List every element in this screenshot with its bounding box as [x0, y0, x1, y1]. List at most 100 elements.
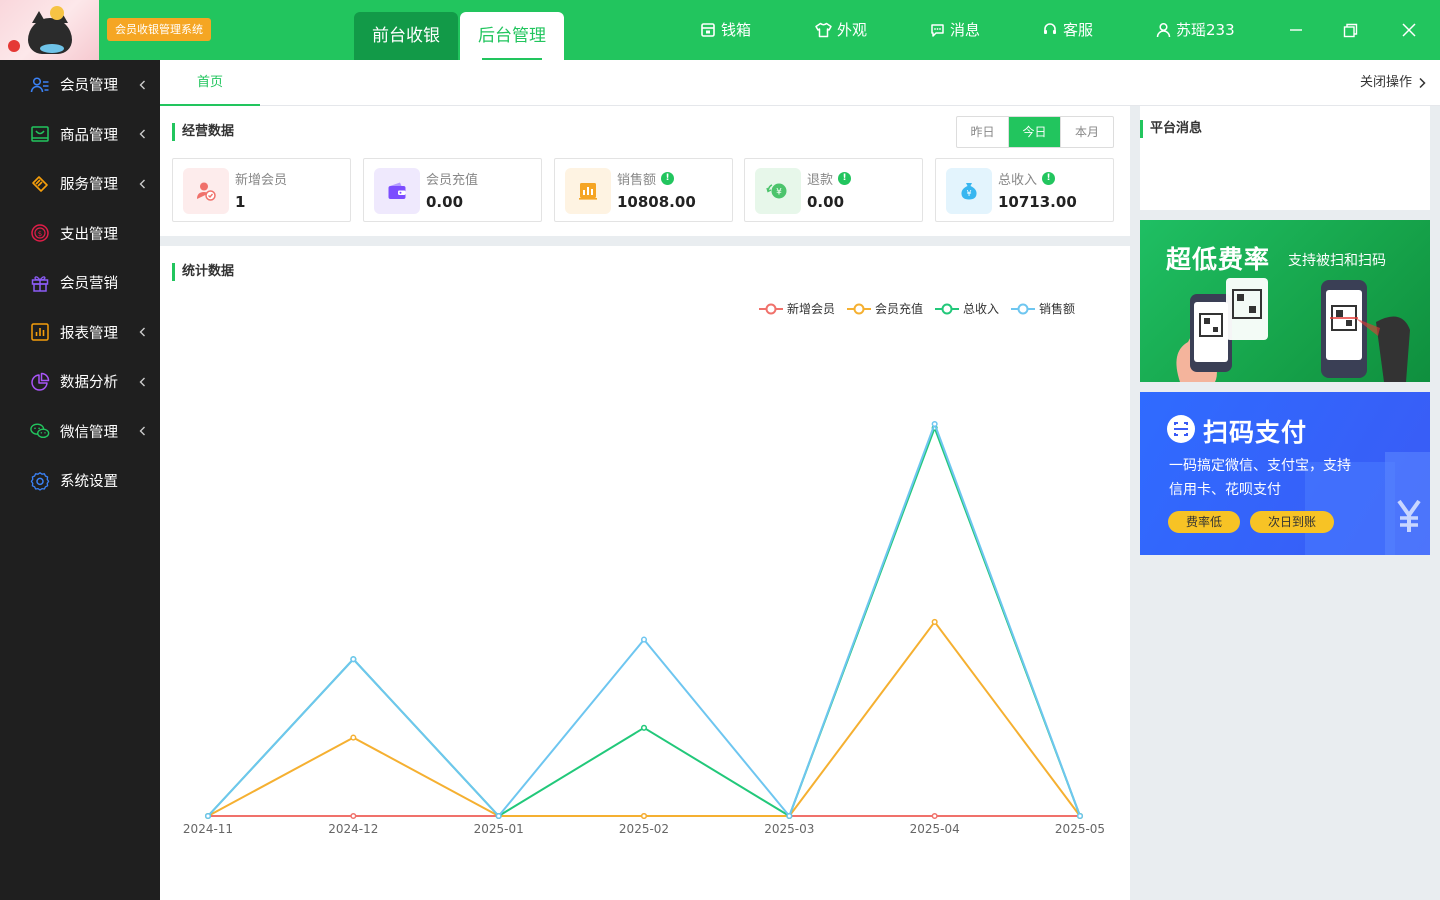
x-tick-label: 2025-05 [1055, 822, 1105, 836]
report-icon [30, 322, 50, 342]
data-point[interactable] [786, 812, 793, 820]
close-operations-button[interactable]: 关闭操作 [1360, 60, 1426, 106]
stat-card-sales[interactable]: 销售额! 10808.00 [554, 158, 733, 222]
close-icon [1402, 23, 1416, 37]
data-point[interactable] [495, 812, 502, 820]
statistics-panel: 统计数据 新增会员 会员充值 总收入 销售额 2024-11 2024-12 202… [160, 246, 1130, 900]
nav-customer-service[interactable]: 客服 [1042, 0, 1093, 60]
wechat-icon [30, 421, 50, 441]
promo2-pill-next-day: 次日到账 [1250, 511, 1335, 533]
stat-label: 新增会员 [235, 169, 287, 188]
chevron-left-icon [139, 179, 145, 189]
tab-front-cashier[interactable]: 前台收银 [354, 12, 458, 60]
headset-icon [1044, 23, 1056, 34]
statistics-line-chart: 2024-11 2024-12 2025-01 2025-02 2025-03 2025-… [183, 420, 1105, 836]
data-point[interactable] [350, 734, 357, 741]
stat-label: 会员充值 [426, 169, 478, 188]
sidebar-item-wechat[interactable]: 微信管理 [0, 407, 160, 457]
data-point[interactable] [640, 636, 648, 643]
stat-card-total-income[interactable]: ¥ 总收入! 10713.00 [935, 158, 1114, 222]
period-today-button[interactable]: 今日 [1009, 117, 1061, 147]
sidebar-item-label: 微信管理 [60, 424, 118, 441]
series-line-2[interactable] [207, 426, 1081, 817]
svg-text:$: $ [38, 230, 42, 238]
sidebar-item-expense[interactable]: $ 支出管理 [0, 209, 160, 259]
svg-text:¥: ¥ [776, 188, 782, 198]
tab-back-management-label: 后台管理 [478, 26, 546, 46]
message-icon [931, 23, 944, 37]
nav-messages-label: 消息 [950, 21, 981, 39]
x-tick-label: 2025-02 [619, 822, 669, 836]
sidebar-item-report[interactable]: 报表管理 [0, 308, 160, 358]
sidebar: 会员管理 商品管理 服务管理 $ 支出管理 会员营销 报表管理 数据分析 微信管… [0, 60, 160, 900]
goods-icon [30, 124, 50, 144]
data-point[interactable] [640, 812, 648, 820]
content-tab-bar: 首页 关闭操作 [160, 60, 1440, 106]
gear-icon [30, 471, 50, 491]
promo2-pill-low-rate: 费率低 [1168, 511, 1241, 533]
gift-icon [30, 273, 50, 293]
sidebar-item-label: 会员营销 [60, 276, 118, 293]
stat-label-text: 会员充值 [426, 173, 479, 188]
data-point[interactable] [931, 812, 938, 820]
series-line-3[interactable] [207, 423, 1081, 817]
restore-icon [1343, 23, 1357, 37]
x-tick-label: 2024-12 [328, 822, 378, 836]
sidebar-item-label: 报表管理 [60, 325, 118, 342]
period-yesterday-button[interactable]: 昨日 [957, 117, 1009, 147]
new-member-icon [183, 168, 229, 214]
sidebar-item-settings[interactable]: 系统设置 [0, 456, 160, 506]
x-tick-label: 2025-01 [474, 822, 524, 836]
sidebar-item-marketing[interactable]: 会员营销 [0, 258, 160, 308]
sidebar-item-goods[interactable]: 商品管理 [0, 110, 160, 160]
info-icon[interactable]: ! [838, 172, 852, 185]
minimize-button[interactable] [1282, 16, 1310, 44]
sidebar-item-analysis[interactable]: 数据分析 [0, 357, 160, 407]
sidebar-item-label: 商品管理 [60, 127, 118, 144]
tab-back-management[interactable]: 后台管理 [460, 12, 564, 60]
chevron-left-icon [139, 377, 145, 387]
series-line-1[interactable] [207, 620, 1081, 817]
info-icon[interactable]: ! [1042, 172, 1056, 185]
data-point[interactable] [350, 656, 357, 663]
pie-chart-icon [30, 372, 50, 392]
data-point[interactable] [204, 812, 212, 820]
sidebar-item-label: 支出管理 [60, 226, 118, 243]
nav-user-label: 苏瑶233 [1176, 21, 1235, 39]
stat-card-new-members[interactable]: 新增会员 1 [172, 158, 351, 222]
info-icon[interactable]: ! [661, 172, 675, 185]
system-name-badge: 会员收银管理系统 [107, 18, 211, 41]
stat-label: 销售额! [617, 169, 675, 188]
data-point[interactable] [931, 420, 938, 428]
data-point[interactable] [640, 724, 648, 731]
close-window-button[interactable] [1395, 16, 1423, 44]
data-point[interactable] [1076, 812, 1084, 820]
decor-box [1305, 462, 1395, 555]
nav-user[interactable]: 苏瑶233 [1156, 0, 1235, 60]
promo-banner-low-fee[interactable]: 超低费率 支持被扫和扫码 [1140, 220, 1430, 382]
promo-banner-scan-pay[interactable]: 扫码支付 一码搞定微信、支付宝，支持 信用卡、花呗支付 费率低 次日到账 [1140, 392, 1430, 555]
sidebar-item-member[interactable]: 会员管理 [0, 60, 160, 110]
stat-label-text: 退款 [807, 173, 834, 188]
stat-label: 总收入! [998, 169, 1056, 188]
data-point[interactable] [931, 618, 938, 626]
sales-icon [565, 168, 611, 214]
nav-appearance[interactable]: 外观 [815, 0, 867, 60]
wallet-icon [374, 168, 420, 214]
nav-cashbox[interactable]: 钱箱 [700, 0, 751, 60]
stat-card-member-recharge[interactable]: 会员充值 0.00 [363, 158, 542, 222]
nav-messages[interactable]: 消息 [930, 0, 980, 60]
top-bar: 会员收银管理系统 前台收银 后台管理 钱箱 外观 消息 客服 苏瑶233 [0, 0, 1440, 60]
sidebar-item-service[interactable]: 服务管理 [0, 159, 160, 209]
stat-value: 10808.00 [617, 193, 696, 211]
stat-card-refund[interactable]: ¥ 退款! 0.00 [744, 158, 923, 222]
data-point[interactable] [350, 812, 357, 820]
stat-value: 10713.00 [998, 193, 1077, 211]
tab-home[interactable]: 首页 [160, 60, 260, 106]
nav-cashbox-label: 钱箱 [721, 21, 752, 39]
expense-icon: $ [30, 223, 50, 243]
stat-label-text: 总收入 [998, 173, 1038, 188]
restore-button[interactable] [1336, 16, 1364, 44]
chevron-left-icon [139, 426, 145, 436]
period-month-button[interactable]: 本月 [1061, 117, 1113, 147]
